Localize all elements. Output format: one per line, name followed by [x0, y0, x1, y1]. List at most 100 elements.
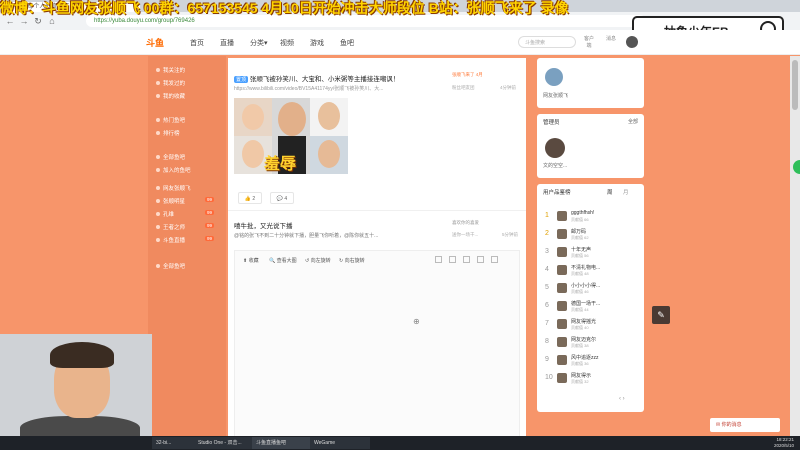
avatar[interactable]: [545, 138, 565, 158]
count-badge: 99: [204, 236, 214, 241]
post-excerpt[interactable]: @铭的张飞不到二十分钟就下播，胆量飞你听着，@陈你就五十...: [234, 232, 378, 239]
sidebar-item-group[interactable]: 网友张顺飞: [156, 184, 191, 192]
sidebar-item-hot[interactable]: 热门鱼吧: [156, 116, 185, 124]
nav-game[interactable]: 游戏: [310, 38, 324, 48]
site-logo[interactable]: 斗鱼: [146, 36, 164, 49]
pager-arrows[interactable]: ‹ ›: [619, 396, 625, 402]
rank-row[interactable]: 10 网友得示 贡献值 32: [543, 372, 639, 386]
sidebar-item-posted[interactable]: 我发过的: [156, 79, 185, 87]
view-large-button[interactable]: 🔍 查看大图: [269, 257, 297, 264]
nav-yuba[interactable]: 鱼吧: [340, 38, 354, 48]
nav-category[interactable]: 分类▾: [250, 38, 268, 48]
sidebar-item-label: 王者之师: [163, 225, 186, 231]
image-viewer: ⬆ 收藏 🔍 查看大图 ↺ 向左旋转 ↻ 向右旋转 ⊕: [234, 250, 520, 438]
rank-number: 8: [545, 338, 549, 345]
sidebar-item-label: 张顺明星: [163, 199, 186, 205]
nav-video[interactable]: 视频: [280, 38, 294, 48]
rank-row[interactable]: 3 十年无声 贡献值 56: [543, 246, 639, 260]
taskbar-item[interactable]: 32-bi...: [152, 437, 196, 449]
admin-name[interactable]: 文的空空...: [543, 162, 567, 169]
rank-score: 贡献值 62: [571, 235, 589, 240]
post-group[interactable]: 送你一场干...: [452, 232, 478, 238]
client-download-icon[interactable]: 客户端: [582, 35, 596, 49]
rank-row[interactable]: 1 gggthfhsh! 贡献值 66: [543, 210, 639, 224]
sidebar-item-joined[interactable]: 加入的鱼吧: [156, 166, 191, 174]
admins-title: 管理员: [543, 120, 560, 126]
post-group[interactable]: 粉丝吧友团: [452, 85, 475, 91]
taskbar-item[interactable]: Studio One - 双击...: [194, 437, 254, 449]
nav-home[interactable]: 首页: [190, 38, 204, 48]
sidebar-item-group[interactable]: 张顺明星 99: [156, 197, 220, 205]
rank-name: 不清礼物电...: [571, 265, 601, 271]
rank-row[interactable]: 6 德国一场干... 贡献值 44: [543, 300, 639, 314]
edit-post-icon[interactable]: ✎: [652, 306, 670, 324]
post-author[interactable]: 喜欢你的喜爱: [452, 220, 479, 226]
rank-name: 小小小小得...: [571, 283, 601, 289]
avatar[interactable]: [626, 36, 638, 48]
message-icon[interactable]: 消息: [604, 35, 618, 42]
sidebar-item-all[interactable]: 全部鱼吧: [156, 153, 185, 161]
post-title[interactable]: 置顶 张顺飞被孙笑川、大宝和、小米粥等主播接连嘲讽！: [234, 73, 399, 83]
dot-icon: [156, 81, 160, 85]
rank-row[interactable]: 4 不清礼物电... 贡献值 48: [543, 264, 639, 278]
toolbar-icon[interactable]: [491, 256, 498, 263]
scrollbar-thumb[interactable]: [792, 60, 798, 110]
rank-row[interactable]: 8 网友迈克尔 贡献值 38: [543, 336, 639, 350]
system-clock[interactable]: 18:22:21 2020/5/10: [774, 437, 794, 449]
sidebar-item-group[interactable]: 孔维 99: [156, 210, 220, 218]
view-large-label: 查看大图: [276, 258, 297, 264]
rank-row[interactable]: 9 风中追逐zzz 贡献值 36: [543, 354, 639, 368]
like-button[interactable]: 👍 2: [238, 192, 262, 204]
toolbar-icon[interactable]: [477, 256, 484, 263]
collect-button[interactable]: ⬆ 收藏: [243, 257, 259, 264]
tab-month[interactable]: 月: [623, 188, 629, 196]
taskbar: 32-bi... Studio One - 双击... 斗鱼直播鱼吧 WeGam…: [0, 436, 800, 450]
avatar: [557, 211, 567, 221]
taskbar-item[interactable]: WeGame: [310, 437, 370, 449]
rank-number: 4: [545, 266, 549, 273]
post-image[interactable]: 羞辱: [234, 98, 348, 174]
toolbar-icon[interactable]: [463, 256, 470, 263]
avatar[interactable]: [545, 68, 563, 86]
face-icon: [278, 102, 306, 136]
group-name[interactable]: 网友张顺飞: [543, 92, 568, 99]
comment-button[interactable]: 💬 4: [270, 192, 294, 204]
rotate-left-button[interactable]: ↺ 向左旋转: [305, 257, 331, 264]
dot-icon: [156, 212, 160, 216]
post-title[interactable]: 嘻牛批，又光说下播: [234, 220, 293, 230]
scrollbar[interactable]: [790, 56, 800, 436]
admins-more-link[interactable]: 全部: [628, 118, 638, 125]
sidebar-item-label: 全部鱼吧: [163, 155, 186, 161]
message-toast[interactable]: ✉ 你的消息: [710, 418, 780, 432]
rank-row[interactable]: 7 网友得摇光 贡献值 40: [543, 318, 639, 332]
sidebar-item-label: 网友张顺飞: [163, 186, 191, 192]
like-count: 2: [252, 196, 256, 202]
post-time: 4分钟前: [500, 85, 517, 90]
post-link[interactable]: https://www.bilibili.com/video/BV15A4117…: [234, 85, 383, 92]
rank-row[interactable]: 2 邮万码 贡献值 62: [543, 228, 639, 242]
tab-week[interactable]: 周: [607, 188, 613, 196]
post-time: 5分钟前: [502, 232, 519, 237]
avatar: [557, 319, 567, 329]
site-search-input[interactable]: 斗鱼搜索: [518, 36, 576, 48]
sidebar-item-following[interactable]: 我关注的: [156, 66, 185, 74]
sidebar-item-group[interactable]: 斗鱼直播 99: [156, 236, 220, 244]
floating-assistant-icon[interactable]: [793, 160, 800, 174]
sidebar-item-all-groups[interactable]: 全部鱼吧: [156, 262, 185, 270]
rank-row[interactable]: 5 小小小小得... 贡献值 46: [543, 282, 639, 296]
cursor-icon: ⊕: [413, 317, 420, 326]
nav-live[interactable]: 直播: [220, 38, 234, 48]
dot-icon: [156, 68, 160, 72]
toolbar-icon[interactable]: [435, 256, 442, 263]
group-profile-card: 网友张顺飞: [537, 58, 644, 108]
sidebar-item-label: 我关注的: [163, 68, 186, 74]
post-author[interactable]: 张顺飞来了 4月: [452, 72, 483, 78]
face-icon: [318, 140, 340, 168]
rank-score: 贡献值 32: [571, 379, 589, 384]
rotate-right-button[interactable]: ↻ 向右旋转: [339, 257, 365, 264]
toolbar-icon[interactable]: [449, 256, 456, 263]
sidebar-item-group[interactable]: 王者之师 99: [156, 223, 220, 231]
taskbar-item[interactable]: 斗鱼直播鱼吧: [252, 437, 312, 449]
sidebar-item-ranking[interactable]: 排行榜: [156, 129, 180, 137]
sidebar-item-favorites[interactable]: 我的收藏: [156, 92, 185, 100]
